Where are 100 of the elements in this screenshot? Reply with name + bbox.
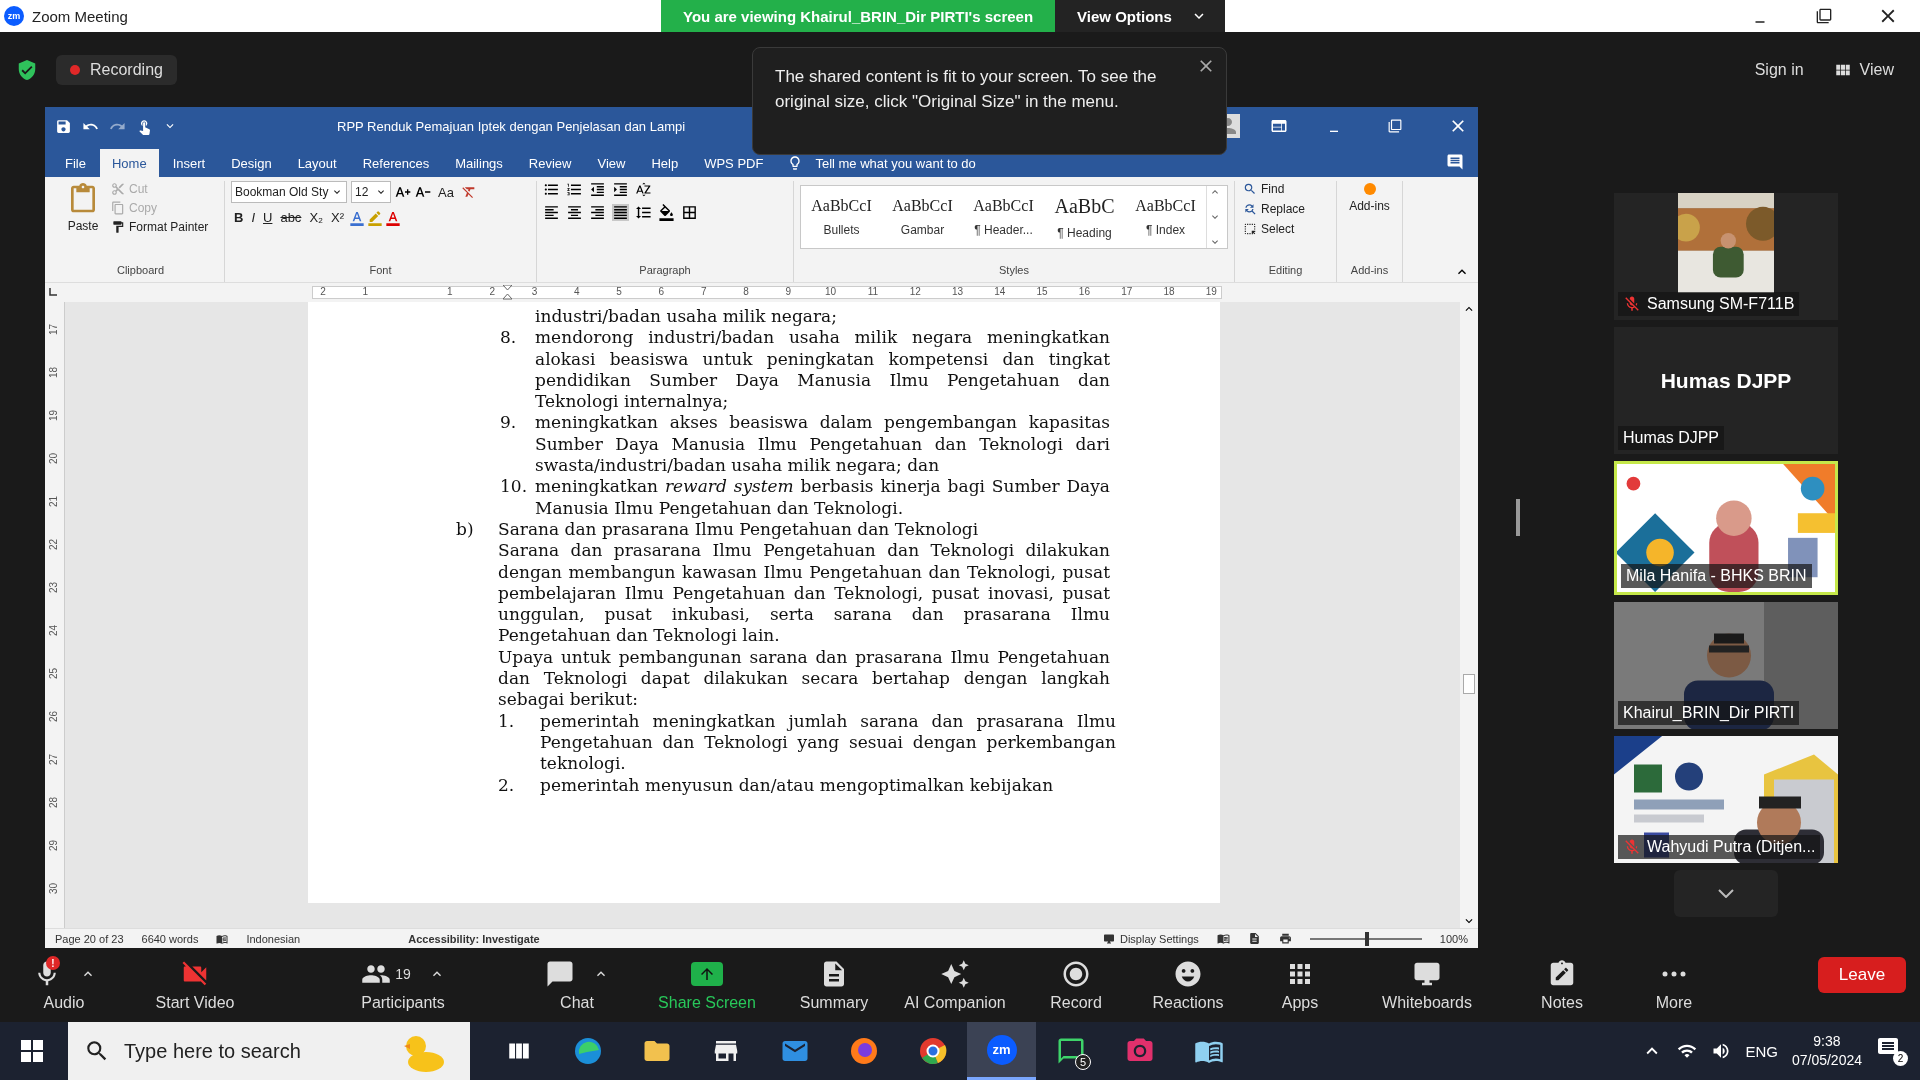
bullets-icon[interactable] xyxy=(543,181,560,198)
read-mode-icon[interactable] xyxy=(1216,932,1230,945)
numbering-icon[interactable] xyxy=(566,181,583,198)
view-button[interactable]: View xyxy=(1827,59,1900,80)
format-button[interactable]: I xyxy=(248,209,258,226)
ruler-number: 23 xyxy=(48,581,60,594)
justify-icon[interactable] xyxy=(612,204,629,221)
ribbon-tab[interactable]: Review xyxy=(516,149,584,177)
format-button[interactable]: U xyxy=(260,209,276,226)
clipboard-action[interactable]: Format Painter xyxy=(109,219,211,235)
leave-button[interactable]: Leave xyxy=(1818,957,1906,993)
style-option[interactable]: AaBbCcI Bullets xyxy=(801,186,882,248)
ribbon-tab[interactable]: Insert xyxy=(160,149,218,177)
shading-icon[interactable] xyxy=(658,204,675,221)
word-count: 6640 words xyxy=(141,932,199,945)
toolbar-button[interactable]: Share Screen xyxy=(632,958,782,1012)
time-text: 9:38 xyxy=(1813,1032,1841,1051)
display-settings-button[interactable]: Display Settings xyxy=(1103,932,1199,945)
toolbar-button[interactable]: AI Companion xyxy=(886,958,1024,1012)
style-sample: AaBbCcI xyxy=(811,197,872,215)
ruler-number: 2 xyxy=(320,286,326,297)
sign-in-button[interactable]: Sign in xyxy=(1748,59,1810,80)
font-name-field[interactable]: Bookman Old Sty xyxy=(231,181,347,203)
ribbon-tab[interactable]: File xyxy=(53,149,98,177)
line-spacing-icon[interactable] xyxy=(635,204,652,221)
document-text: mendorong industri/badan usaha milik negara meningkatkan alokasi beasiswa untuk peningkatan kompetensi dan tingkat pendidikan Sumber Daya Manusia Ilmu Pengetahuan dan Teknologi internalnya; xyxy=(535,327,1110,413)
taskbar-app[interactable]: zm xyxy=(967,1022,1036,1080)
increase-indent-icon[interactable] xyxy=(612,181,629,198)
toolbar-button[interactable]: Start Video xyxy=(106,958,284,1012)
group-label: Paragraph xyxy=(639,264,691,278)
align-right-icon[interactable] xyxy=(589,204,606,221)
toolbar-button[interactable]: Record xyxy=(1024,958,1128,1012)
ruler-number: 30 xyxy=(48,882,60,895)
ribbon-tab[interactable]: Design xyxy=(219,149,284,177)
ribbon-tab[interactable]: Home xyxy=(99,149,159,177)
indent-marker[interactable] xyxy=(503,285,512,300)
toolbar-button[interactable]: Summary xyxy=(782,958,886,1012)
start-icon[interactable] xyxy=(21,1040,43,1062)
accessibility-status[interactable]: Accessibility: Investigate xyxy=(408,932,540,945)
scroll-thumb[interactable] xyxy=(1463,674,1475,694)
group-label: Styles xyxy=(999,264,1029,278)
toolbar-button[interactable]: Reactions xyxy=(1128,958,1248,1012)
notification-center-button[interactable]: 2 xyxy=(1876,1036,1908,1066)
save-icon[interactable] xyxy=(55,117,72,135)
clear-formatting-icon[interactable] xyxy=(460,184,477,200)
list-number: b) xyxy=(456,518,475,541)
language-indicator[interactable]: ENG xyxy=(1745,1042,1778,1060)
restore-icon[interactable] xyxy=(1388,119,1402,133)
toolbar-button[interactable]: Apps xyxy=(1248,958,1352,1012)
style-option[interactable]: AaBbCcI ¶ Header... xyxy=(963,186,1044,248)
ribbon-tab[interactable]: WPS PDF xyxy=(692,149,776,177)
align-left-icon[interactable] xyxy=(543,204,560,221)
toolbar-button[interactable]: Chat xyxy=(522,958,632,1012)
vertical-scrollbar[interactable] xyxy=(1460,302,1478,928)
editing-action[interactable]: Find xyxy=(1241,181,1330,197)
taskbar-app[interactable]: 5 xyxy=(1036,1022,1105,1080)
toolbar-button[interactable]: 19 Participants xyxy=(284,958,522,1012)
shrink-font-icon[interactable] xyxy=(415,184,431,200)
format-button[interactable]: B xyxy=(231,209,247,226)
copy-icon xyxy=(111,201,125,215)
format-button[interactable]: X² xyxy=(328,209,348,226)
ribbon-tab[interactable]: Layout xyxy=(285,149,349,177)
format-button[interactable]: X₂ xyxy=(306,209,327,226)
view-options-button[interactable]: View Options xyxy=(1055,0,1226,32)
text-effects-icon[interactable] xyxy=(349,209,366,226)
clock[interactable]: 9:38 07/05/2024 xyxy=(1791,1032,1862,1070)
change-case-button[interactable]: Aa xyxy=(435,183,457,201)
grow-font-icon[interactable] xyxy=(395,184,411,200)
paste-button[interactable]: Paste xyxy=(63,181,103,264)
ribbon-tab[interactable]: Help xyxy=(639,149,691,177)
tab-selector-icon[interactable] xyxy=(49,288,57,296)
toolbar-button[interactable]: Whiteboards xyxy=(1352,958,1502,1012)
borders-icon[interactable] xyxy=(681,204,698,221)
search-field[interactable]: Type here to search xyxy=(68,1022,470,1080)
add-ins-button[interactable]: Add-ins xyxy=(1343,181,1396,215)
editing-action[interactable]: Select xyxy=(1241,221,1330,237)
toolbar-button[interactable]: ! Audio xyxy=(22,958,106,1012)
font-size-field[interactable]: 12 xyxy=(351,181,391,203)
ribbon-tab[interactable]: View xyxy=(585,149,638,177)
restore-icon[interactable] xyxy=(1816,8,1832,24)
toolbar-button[interactable]: Notes xyxy=(1502,958,1622,1012)
print-layout-icon[interactable] xyxy=(1247,932,1261,945)
group-label: Editing xyxy=(1268,264,1303,278)
style-option[interactable]: AaBbCcI Gambar xyxy=(882,186,963,248)
ruler-number: 25 xyxy=(48,667,60,680)
ribbon-options-icon[interactable] xyxy=(1270,117,1288,135)
ribbon-tab[interactable]: References xyxy=(350,149,442,177)
format-button[interactable]: abc xyxy=(277,209,305,226)
style-option[interactable]: AaBbC ¶ Heading xyxy=(1044,186,1125,248)
ribbon-tab[interactable]: Mailings xyxy=(443,149,515,177)
style-option[interactable]: AaBbCcI ¶ Index xyxy=(1125,186,1206,248)
decrease-indent-icon[interactable] xyxy=(589,181,606,198)
editing-action[interactable]: Replace xyxy=(1241,201,1330,217)
toolbar-button[interactable]: More xyxy=(1622,958,1726,1012)
font-color-icon[interactable] xyxy=(385,209,402,226)
comments-icon[interactable] xyxy=(1446,153,1464,171)
sort-icon[interactable] xyxy=(635,181,652,198)
ruler-number: 28 xyxy=(48,796,60,809)
align-center-icon[interactable] xyxy=(566,204,583,221)
resize-handle[interactable] xyxy=(1516,499,1520,536)
